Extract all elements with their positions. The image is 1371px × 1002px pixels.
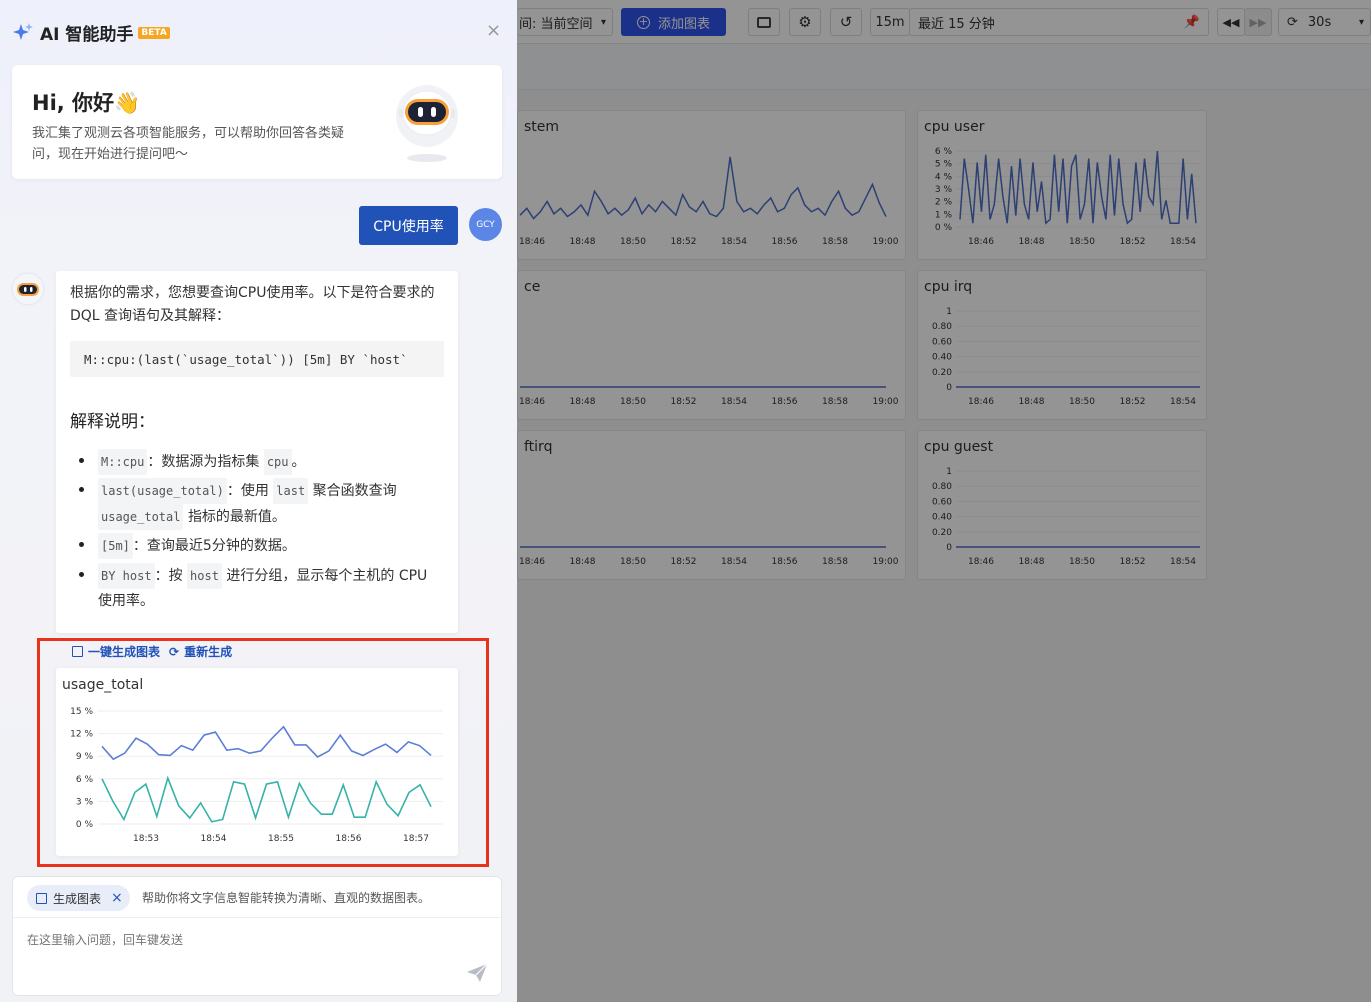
bullet-dot	[79, 572, 84, 577]
inline-code: host	[187, 563, 222, 589]
explain-item-1: M::cpu ：数据源为指标集 cpu。	[98, 449, 306, 475]
greeting-title: Hi, 你好👋	[32, 91, 141, 115]
inline-code: M::cpu	[98, 449, 148, 475]
inline-code: cpu	[263, 449, 292, 475]
generate-chart-tag[interactable]: 生成图表 ×	[27, 885, 130, 911]
bot-reply-card: 根据你的需求，您想要查询CPU使用率。以下是符合要求的 DQL 查询语句及其解释…	[56, 271, 458, 633]
inline-code: last(usage_total)	[98, 478, 227, 504]
explain-text: 聚合函数查询	[312, 483, 397, 499]
beta-badge: BETA	[138, 26, 170, 39]
bullet-dot	[79, 542, 84, 547]
highlight-frame	[37, 638, 489, 867]
sparkle-icon	[13, 22, 33, 40]
explain-item-2: last(usage_total) ：使用 last 聚合函数查询 usage_t…	[98, 478, 438, 530]
dql-query: M::cpu:(last(`usage_total`)) [5m] BY `ho…	[84, 351, 408, 367]
divider	[13, 917, 503, 918]
tag-description: 帮助你将文字信息智能转换为清晰、直观的数据图表。	[142, 891, 431, 905]
ai-assistant-drawer: AI 智能助手 BETA × Hi, 你好👋 我汇集了观测云各项智能服务，可以帮…	[0, 0, 517, 1002]
chart-icon	[36, 892, 47, 904]
explain-text: ：按	[154, 568, 183, 584]
tag-label: 生成图表	[53, 891, 102, 906]
question-input[interactable]	[27, 931, 467, 981]
close-icon[interactable]: ×	[486, 22, 501, 40]
explain-text: ：查询最近5分钟的数据。	[132, 538, 296, 554]
inline-code: last	[273, 478, 309, 504]
explain-item-4: BY host ：按 host 进行分组，显示每个主机的 CPU 使用率。	[98, 563, 438, 613]
user-message-bubble: CPU使用率	[359, 206, 458, 245]
close-icon[interactable]: ×	[111, 890, 123, 906]
bullet-dot	[79, 458, 84, 463]
robot-mascot	[396, 85, 458, 162]
greeting-intro: 我汇集了观测云各项智能服务，可以帮助你回答各类疑问，现在开始进行提问吧～	[32, 126, 345, 162]
reply-intro: 根据你的需求，您想要查询CPU使用率。以下是符合要求的 DQL 查询语句及其解释…	[70, 285, 435, 324]
explain-text: 使用率。	[98, 593, 154, 609]
input-panel: 生成图表 × 帮助你将文字信息智能转换为清晰、直观的数据图表。	[12, 876, 503, 996]
inline-code: usage_total	[98, 504, 184, 530]
explain-text: 。	[291, 454, 306, 470]
bot-avatar	[11, 272, 45, 306]
dql-code-block: M::cpu:(last(`usage_total`)) [5m] BY `ho…	[70, 341, 444, 377]
inline-code: BY host	[98, 563, 155, 589]
greeting-card: Hi, 你好👋 我汇集了观测云各项智能服务，可以帮助你回答各类疑问，现在开始进行…	[12, 65, 502, 179]
bullet-dot	[79, 487, 84, 492]
explain-text: ：数据源为指标集	[147, 454, 260, 470]
drawer-title: AI 智能助手	[40, 25, 134, 45]
explain-text: 指标的最新值。	[187, 509, 286, 525]
drawer-header: AI 智能助手 BETA	[12, 20, 170, 45]
user-avatar-initials: GCY	[476, 219, 495, 230]
modal-overlay[interactable]	[517, 0, 1371, 1002]
explain-text: ：使用	[226, 483, 269, 499]
explain-text: 进行分组，显示每个主机的 CPU	[226, 568, 428, 584]
explain-title: 解释说明：	[70, 412, 155, 432]
explain-item-3: [5m] ：查询最近5分钟的数据。	[98, 533, 296, 559]
send-icon[interactable]	[466, 963, 488, 983]
user-avatar: GCY	[469, 208, 502, 241]
user-message-text: CPU使用率	[373, 218, 444, 235]
inline-code: [5m]	[98, 533, 133, 559]
